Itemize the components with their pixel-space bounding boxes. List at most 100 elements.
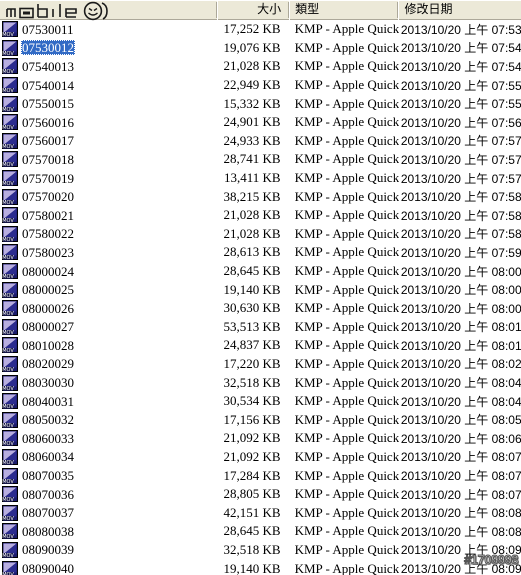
file-name-label: 08060034 [22, 449, 74, 465]
table-row[interactable]: MOV 08000027 53,513 KB KMP - Apple Quick...… [0, 318, 521, 337]
file-name-label: 07560017 [22, 133, 74, 149]
table-row[interactable]: MOV 07580021 21,028 KB KMP - Apple Quick...… [0, 206, 521, 225]
svg-text:MOV: MOV [2, 516, 14, 521]
file-name-cell[interactable]: MOV 08090039 [0, 541, 217, 558]
table-row[interactable]: MOV 08070036 28,805 KB KMP - Apple Quick...… [0, 485, 521, 504]
file-type-cell: KMP - Apple Quick... [294, 355, 399, 371]
table-row[interactable]: MOV 07560017 24,933 KB KMP - Apple Quick...… [0, 132, 521, 151]
table-row[interactable]: MOV 07530011 17,252 KB KMP - Apple Quick...… [0, 20, 521, 39]
file-name-cell[interactable]: MOV 08010028 [0, 337, 217, 354]
file-type-cell: KMP - Apple Quick... [294, 560, 399, 575]
table-row[interactable]: MOV 08030030 32,518 KB KMP - Apple Quick...… [0, 373, 521, 392]
table-row[interactable]: MOV 08000025 19,140 KB KMP - Apple Quick...… [0, 280, 521, 299]
file-size-cell: 19,140 KB [223, 560, 281, 575]
file-name-cell[interactable]: MOV 07580022 [0, 225, 217, 242]
file-name-label: 08000027 [22, 319, 74, 335]
file-name-cell[interactable]: MOV 08070037 [0, 504, 217, 521]
file-type-cell: KMP - Apple Quick... [294, 21, 399, 37]
file-type-cell: KMP - Apple Quick... [294, 58, 399, 74]
file-name-cell[interactable]: MOV 07580021 [0, 207, 217, 224]
file-name-cell[interactable]: MOV 08000025 [0, 281, 217, 298]
svg-text:MOV: MOV [2, 535, 14, 540]
table-row[interactable]: MOV 07560016 24,901 KB KMP - Apple Quick...… [0, 113, 521, 132]
column-header-name[interactable] [0, 0, 217, 20]
file-name-label: 08090039 [22, 542, 74, 558]
file-name-cell[interactable]: MOV 07580023 [0, 244, 217, 261]
mov-video-file-icon: MOV [2, 77, 18, 94]
file-name-label: 08000024 [22, 263, 74, 279]
table-row[interactable]: MOV 08060034 21,092 KB KMP - Apple Quick...… [0, 448, 521, 467]
file-date-cell: 2013/10/20 上午 08:04 [400, 394, 521, 409]
file-name-cell[interactable]: MOV 08070036 [0, 486, 217, 503]
table-row[interactable]: MOV 07540014 22,949 KB KMP - Apple Quick...… [0, 76, 521, 95]
mov-video-file-icon: MOV [2, 151, 18, 168]
table-row[interactable]: MOV 08050032 17,156 KB KMP - Apple Quick...… [0, 410, 521, 429]
mov-video-file-icon: MOV [2, 337, 18, 354]
table-row[interactable]: MOV 07570018 28,741 KB KMP - Apple Quick...… [0, 150, 521, 169]
file-name-cell[interactable]: MOV 07570020 [0, 188, 217, 205]
table-row[interactable]: MOV 07570020 38,215 KB KMP - Apple Quick...… [0, 187, 521, 206]
table-row[interactable]: MOV 07580022 21,028 KB KMP - Apple Quick...… [0, 225, 521, 244]
file-size-cell: 17,220 KB [223, 355, 281, 371]
file-name-cell[interactable]: MOV 08060033 [0, 430, 217, 447]
file-name-cell[interactable]: MOV 08020029 [0, 355, 217, 372]
file-name-cell[interactable]: MOV 08000026 [0, 300, 217, 317]
table-row[interactable]: MOV 08060033 21,092 KB KMP - Apple Quick...… [0, 429, 521, 448]
table-row[interactable]: MOV 07540013 21,028 KB KMP - Apple Quick...… [0, 57, 521, 76]
file-name-label: 07530011 [22, 21, 74, 37]
file-name-label: 08070037 [22, 505, 74, 521]
column-header-type[interactable]: 類型 [289, 0, 399, 20]
table-row[interactable]: MOV 08070035 17,284 KB KMP - Apple Quick...… [0, 466, 521, 485]
file-name-cell[interactable]: MOV 07540013 [0, 58, 217, 75]
file-name-label: 08020029 [22, 356, 74, 372]
table-row[interactable]: MOV 08070037 42,151 KB KMP - Apple Quick...… [0, 503, 521, 522]
file-name-cell[interactable]: MOV 08000027 [0, 318, 217, 335]
file-name-cell[interactable]: MOV 08080038 [0, 523, 217, 540]
file-name-cell[interactable]: MOV 07560016 [0, 114, 217, 131]
mov-video-file-icon: MOV [2, 188, 18, 205]
file-name-cell[interactable]: MOV 08050032 [0, 411, 217, 428]
svg-text:MOV: MOV [2, 181, 14, 186]
table-row[interactable]: MOV 08020029 17,220 KB KMP - Apple Quick...… [0, 355, 521, 374]
table-row[interactable]: MOV 08090040 19,140 KB KMP - Apple Quick...… [0, 559, 521, 575]
table-row[interactable]: MOV 08080038 28,645 KB KMP - Apple Quick...… [0, 522, 521, 541]
file-name-label: 08030030 [22, 375, 74, 391]
mov-video-file-icon: MOV [2, 523, 18, 540]
column-header-size[interactable]: 大小 [216, 0, 290, 20]
file-type-cell: KMP - Apple Quick... [294, 281, 399, 297]
file-type-cell: KMP - Apple Quick... [294, 244, 399, 260]
file-name-cell[interactable]: MOV 08040031 [0, 393, 217, 410]
file-name-cell[interactable]: MOV 07560017 [0, 132, 217, 149]
file-type-cell: KMP - Apple Quick... [294, 467, 399, 483]
mov-video-file-icon: MOV [2, 504, 18, 521]
file-name-cell[interactable]: MOV 08060034 [0, 448, 217, 465]
file-name-cell[interactable]: MOV 07530012 [0, 39, 217, 56]
table-row[interactable]: MOV 07550015 15,332 KB KMP - Apple Quick...… [0, 94, 521, 113]
table-row[interactable]: MOV 08010028 24,837 KB KMP - Apple Quick...… [0, 336, 521, 355]
file-size-cell: 21,028 KB [223, 58, 281, 74]
file-name-cell[interactable]: MOV 07570018 [0, 151, 217, 168]
file-name-cell[interactable]: MOV 08030030 [0, 374, 217, 391]
file-type-cell: KMP - Apple Quick... [294, 448, 399, 464]
table-row[interactable]: MOV 08000026 30,630 KB KMP - Apple Quick...… [0, 299, 521, 318]
table-row[interactable]: MOV 08000024 28,645 KB KMP - Apple Quick...… [0, 262, 521, 281]
file-name-cell[interactable]: MOV 08090040 [0, 560, 217, 575]
table-row[interactable]: MOV 07580023 28,613 KB KMP - Apple Quick...… [0, 243, 521, 262]
table-row[interactable]: MOV 07570019 13,411 KB KMP - Apple Quick...… [0, 169, 521, 188]
file-name-cell[interactable]: MOV 07550015 [0, 95, 217, 112]
column-header-date[interactable]: 修改日期 [398, 0, 521, 20]
file-size-cell: 38,215 KB [223, 188, 281, 204]
table-row[interactable]: MOV 08040031 30,534 KB KMP - Apple Quick...… [0, 392, 521, 411]
file-name-label: 07580021 [22, 207, 74, 223]
table-row[interactable]: MOV 07530012 19,076 KB KMP - Apple Quick...… [0, 39, 521, 58]
file-name-cell[interactable]: MOV 08070035 [0, 467, 217, 484]
file-name-cell[interactable]: MOV 07530011 [0, 21, 217, 38]
file-name-cell[interactable]: MOV 07540014 [0, 77, 217, 94]
file-type-cell: KMP - Apple Quick... [294, 114, 399, 130]
file-name-cell[interactable]: MOV 07570019 [0, 170, 217, 187]
table-row[interactable]: MOV 08090039 32,518 KB KMP - Apple Quick...… [0, 541, 521, 560]
file-name-label: 07570019 [22, 170, 74, 186]
file-name-cell[interactable]: MOV 08000024 [0, 263, 217, 280]
file-date-cell: 2013/10/20 上午 07:55 [400, 97, 521, 112]
file-list-body[interactable]: MOV 07530011 17,252 KB KMP - Apple Quick...… [0, 20, 521, 575]
